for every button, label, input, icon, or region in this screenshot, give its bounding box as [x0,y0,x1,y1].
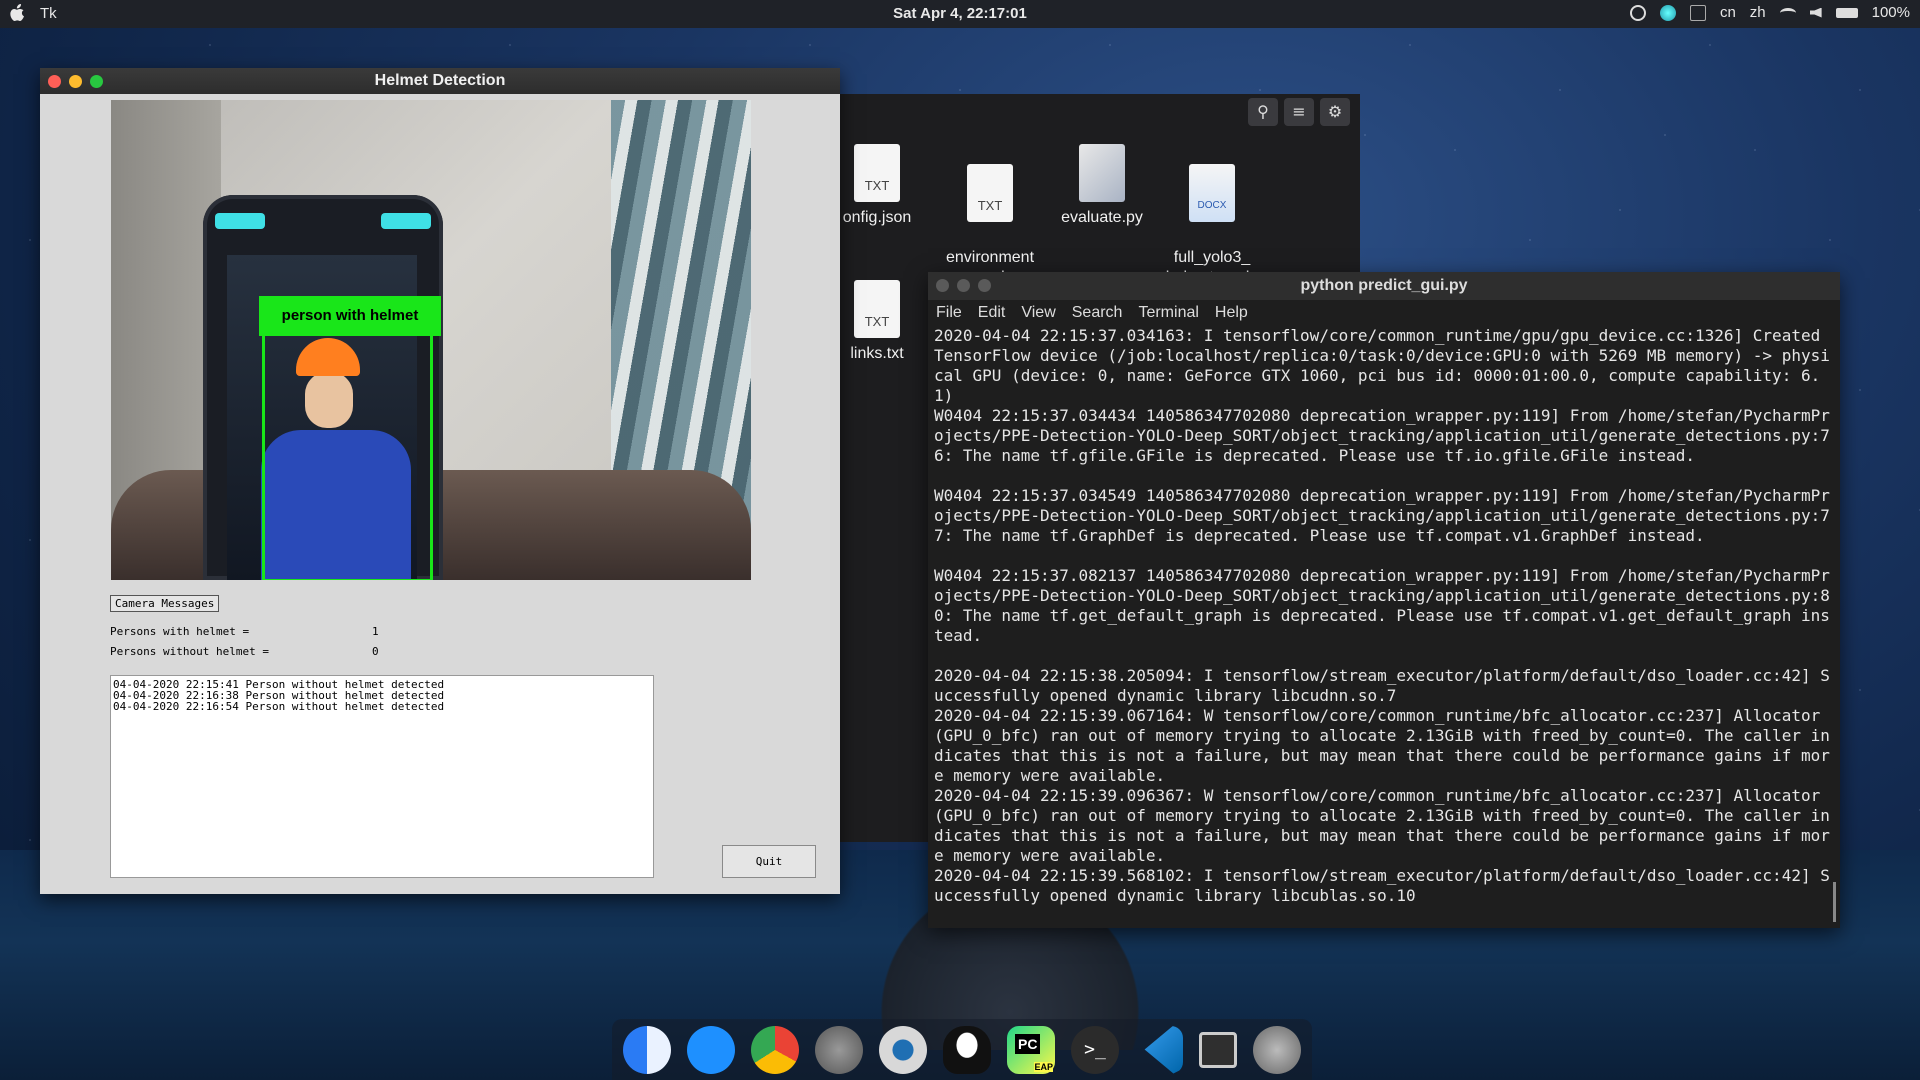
txt-file-icon: TXT [854,144,900,202]
minimize-button[interactable] [69,75,82,88]
pycharm-icon[interactable]: PC EAP [1007,1025,1055,1074]
settings-icon[interactable] [815,1025,863,1074]
docx-file-icon: DOCX [1189,164,1235,222]
gear-icon[interactable]: ⚙ [1320,98,1350,126]
terminal-title: python predict_gui.py [1300,277,1468,294]
launcher-icon[interactable] [1253,1025,1301,1074]
with-helmet-label: Persons with helmet = [110,625,250,638]
maximize-button[interactable] [90,75,103,88]
wifi-icon[interactable] [1779,7,1796,18]
with-helmet-value: 1 [372,625,379,638]
file-evaluate-py[interactable]: evaluate.py [1047,144,1157,228]
window-title: Helmet Detection [374,72,506,89]
menu-help[interactable]: Help [1215,300,1248,326]
battery-icon[interactable] [1835,7,1858,18]
detection-bounding-box [262,332,433,580]
accessibility-icon[interactable] [1629,4,1646,21]
app-store-icon[interactable] [687,1025,735,1074]
terminal-titlebar[interactable]: python predict_gui.py [928,272,1840,300]
chrome-icon[interactable] [751,1025,799,1074]
siri-icon[interactable] [1659,4,1676,21]
without-helmet-value: 0 [372,645,379,658]
webcam-icon[interactable] [879,1025,927,1074]
txt-file-icon: TXT [854,280,900,338]
keyboard-icon[interactable] [1689,4,1706,21]
terminal-menubar: File Edit View Search Terminal Help [928,300,1840,326]
menu-edit[interactable]: Edit [978,300,1006,326]
without-helmet-label: Persons without helmet = [110,645,269,658]
menu-view[interactable]: View [1021,300,1055,326]
menu-terminal[interactable]: Terminal [1138,300,1198,326]
window-titlebar[interactable]: Helmet Detection [40,68,840,94]
finder-icon[interactable] [623,1025,671,1074]
input-lang-zh[interactable]: zh [1750,4,1766,21]
vscode-icon[interactable] [1144,1025,1183,1074]
txt-file-icon: TXT [967,164,1013,222]
maximize-button[interactable] [978,279,991,292]
pycharm-badge: PC [1015,1033,1041,1054]
file-label: evaluate.py [1061,209,1143,226]
terminal-icon[interactable]: >_ [1071,1025,1119,1074]
window-icon[interactable] [1199,1031,1237,1068]
without-helmet-stat: Persons without helmet = 0 [110,645,379,658]
search-icon[interactable]: ⚲ [1248,98,1278,126]
menu-search[interactable]: Search [1072,300,1123,326]
dock: PC EAP >_ [612,1019,1312,1080]
list-view-icon[interactable]: ≡ [1284,98,1314,126]
terminal-scrollbar[interactable] [1833,882,1836,922]
close-button[interactable] [48,75,61,88]
top-menubar: Tk Sat Apr 4, 22:17:01 cn zh 100% [0,0,1920,28]
terminal-output[interactable]: 2020-04-04 22:15:37.034163: I tensorflow… [928,326,1840,906]
python-file-icon [1079,144,1125,202]
helmet-detection-window: Helmet Detection person with helmet Came… [40,68,840,894]
camera-feed: person with helmet [111,100,751,580]
battery-percent: 100% [1871,4,1910,21]
log-line: 04-04-2020 22:16:54 Person without helme… [113,700,445,713]
volume-icon[interactable] [1809,7,1822,18]
quit-button[interactable]: Quit [722,845,816,878]
with-helmet-stat: Persons with helmet = 1 [110,625,379,638]
pycharm-sub: EAP [1034,1061,1053,1072]
camera-messages-label: Camera Messages [110,595,220,612]
close-button[interactable] [936,279,949,292]
message-log[interactable]: 04-04-2020 22:15:41 Person without helme… [110,675,654,878]
detection-label: person with helmet [259,296,441,336]
input-lang-cn[interactable]: cn [1720,4,1736,21]
menu-file[interactable]: File [936,300,962,326]
terminal-window: python predict_gui.py File Edit View Sea… [928,272,1840,928]
qq-icon[interactable] [943,1025,991,1074]
minimize-button[interactable] [957,279,970,292]
